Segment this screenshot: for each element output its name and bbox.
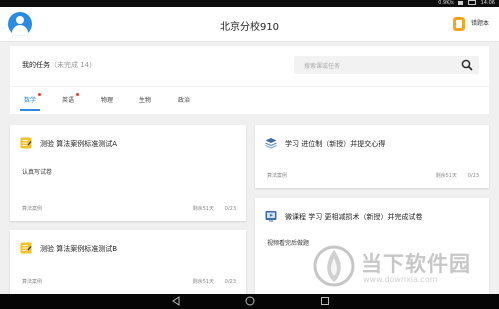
wrong-book-button[interactable]: 错题本 (452, 16, 489, 32)
task-description: 视频看完后做题 (267, 240, 310, 247)
tab-english[interactable]: 英语 (62, 93, 80, 104)
course-name: 算法案例 (22, 206, 43, 212)
unread-dot (38, 93, 42, 96)
remaining-days: 剩余51天 (192, 279, 214, 285)
recent-apps-icon[interactable] (320, 296, 330, 306)
battery-icon (467, 0, 476, 5)
watermark-logo-icon (313, 245, 355, 287)
tab-math[interactable]: 数学 (19, 93, 42, 111)
task-card[interactable]: 学习 进位制（新授）并提交心得 算法案例 剩余51天 0/23 (255, 125, 489, 188)
task-card[interactable]: 测验 算法案例标准测试B 算法案例 剩余51天 0/23 (10, 230, 246, 294)
unread-dot (76, 93, 80, 96)
subject-tabs: 数学 英语 物理 生物 政治 (10, 86, 489, 115)
course-name: 算法案例 (22, 279, 43, 285)
back-icon[interactable] (171, 296, 181, 306)
network-speed: 0.9K/s (438, 0, 454, 6)
task-title-label: 我的任务 (22, 61, 50, 69)
task-description: 认真写试卷 (22, 169, 53, 176)
search-icon[interactable] (461, 59, 473, 71)
exam-icon (20, 137, 32, 149)
incomplete-count: （未完成 14） (50, 61, 97, 69)
tab-label: 生物 (139, 97, 152, 104)
remaining-days: 剩余51天 (435, 173, 457, 179)
search-placeholder[interactable]: 搜索课或任务 (304, 61, 340, 70)
watermark-text: 当下软件园 (361, 252, 471, 276)
system-nav-bar (0, 294, 499, 309)
watermark: 当下软件园 www.downxia.com (313, 244, 493, 292)
search-box[interactable]: 搜索课或任务 (294, 56, 479, 74)
exam-icon (20, 242, 32, 254)
watermark-url: www.downxia.com (363, 275, 438, 284)
task-card[interactable]: 测验 算法案例标准测试A 认真写试卷 算法案例 剩余51天 0/23 (10, 125, 246, 221)
video-lesson-icon (265, 211, 277, 222)
remaining-days: 剩余51天 (192, 206, 214, 212)
task-title: 测验 算法案例标准测试A (40, 140, 118, 148)
task-title: 微课程 学习 更相减损术（新授）并完成试卷 (285, 213, 423, 221)
tab-politics[interactable]: 政治 (178, 95, 190, 104)
progress: 0/23 (467, 173, 479, 179)
tab-label: 物理 (101, 97, 114, 104)
status-right: 0.9K/s 14:06 (438, 0, 495, 7)
tab-label: 政治 (178, 97, 191, 104)
app-header: 北京分校910 错题本 (0, 7, 499, 42)
study-icon (265, 138, 277, 149)
tab-label: 数学 (24, 97, 37, 104)
task-title: 我的任务（未完成 14） (22, 60, 96, 70)
home-icon[interactable] (245, 296, 255, 306)
tab-physics[interactable]: 物理 (101, 95, 113, 104)
wrong-book-label: 错题本 (470, 20, 489, 27)
notebook-icon (452, 16, 465, 31)
clock: 14:06 (480, 0, 495, 6)
task-panel: 我的任务（未完成 14） 搜索课或任务 数学 英语 物理 生物 政治 (10, 46, 489, 114)
page-title: 北京分校910 (219, 22, 280, 33)
course-name: 算法案例 (267, 173, 288, 179)
task-title: 学习 进位制（新授）并提交心得 (285, 140, 386, 148)
tab-label: 英语 (62, 97, 75, 104)
signal-icon (458, 0, 464, 5)
status-bar: 0.9K/s 14:06 (0, 0, 499, 7)
task-title: 测验 算法案例标准测试B (40, 245, 118, 253)
progress: 0/23 (224, 206, 236, 212)
progress: 0/23 (224, 279, 236, 285)
tab-biology[interactable]: 生物 (139, 95, 151, 104)
